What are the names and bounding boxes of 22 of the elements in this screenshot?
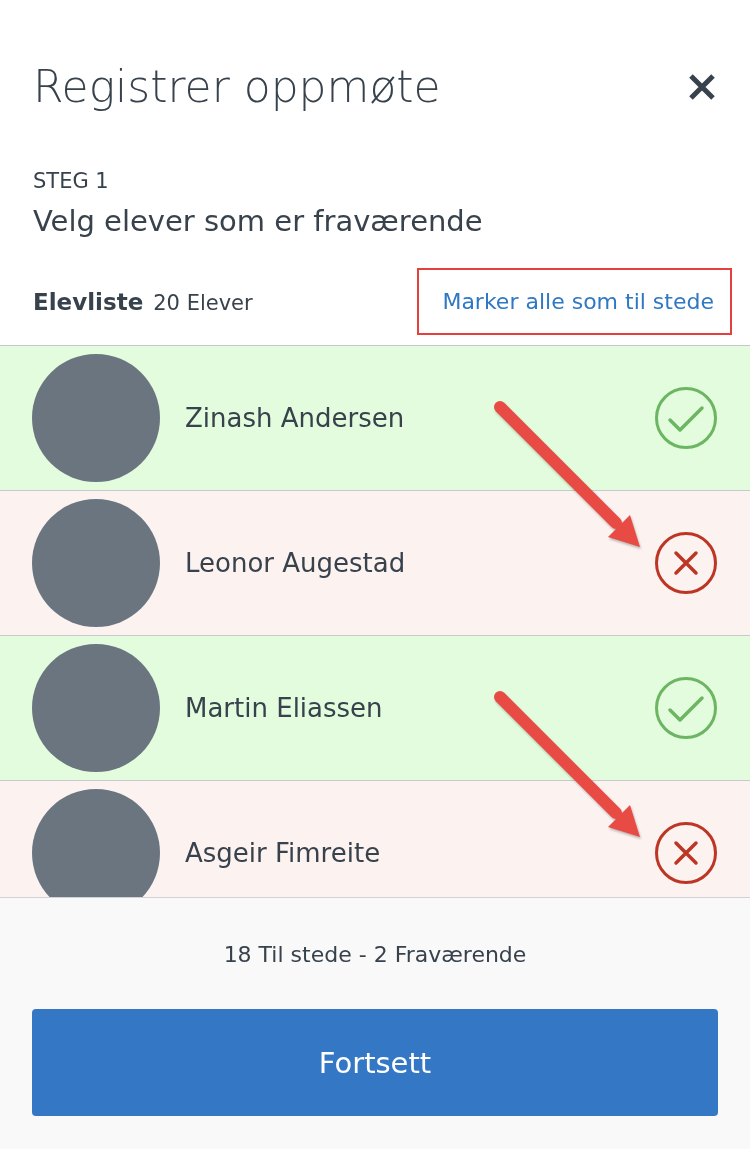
student-row[interactable]: Zinash Andersen (0, 346, 750, 491)
step-label: STEG 1 (33, 168, 110, 194)
student-row[interactable]: Martin Eliassen (0, 636, 750, 781)
attendance-summary: 18 Til stede - 2 Fraværende (223, 942, 527, 968)
student-name: Leonor Augestad (185, 548, 406, 578)
x-circle-icon[interactable] (655, 532, 717, 594)
student-row[interactable]: Leonor Augestad (0, 491, 750, 636)
step-instruction: Velg elever som er fraværende (33, 203, 484, 239)
student-name: Martin Eliassen (185, 693, 383, 723)
list-title: Elevliste (33, 288, 144, 315)
student-name: Zinash Andersen (185, 403, 405, 433)
student-count: 20 Elever (153, 290, 253, 315)
mark-all-link[interactable]: Marker alle som til stede (442, 289, 714, 314)
check-circle-icon[interactable] (655, 387, 717, 449)
check-circle-icon[interactable] (655, 677, 717, 739)
dialog-title: Registrer oppmøte (33, 60, 441, 114)
close-icon (688, 73, 716, 101)
x-circle-icon[interactable] (655, 822, 717, 884)
student-name: Asgeir Fimreite (185, 838, 381, 868)
continue-button[interactable]: Fortsett (32, 1009, 718, 1116)
student-row[interactable]: Asgeir Fimreite (0, 781, 750, 897)
close-button[interactable] (688, 73, 716, 101)
